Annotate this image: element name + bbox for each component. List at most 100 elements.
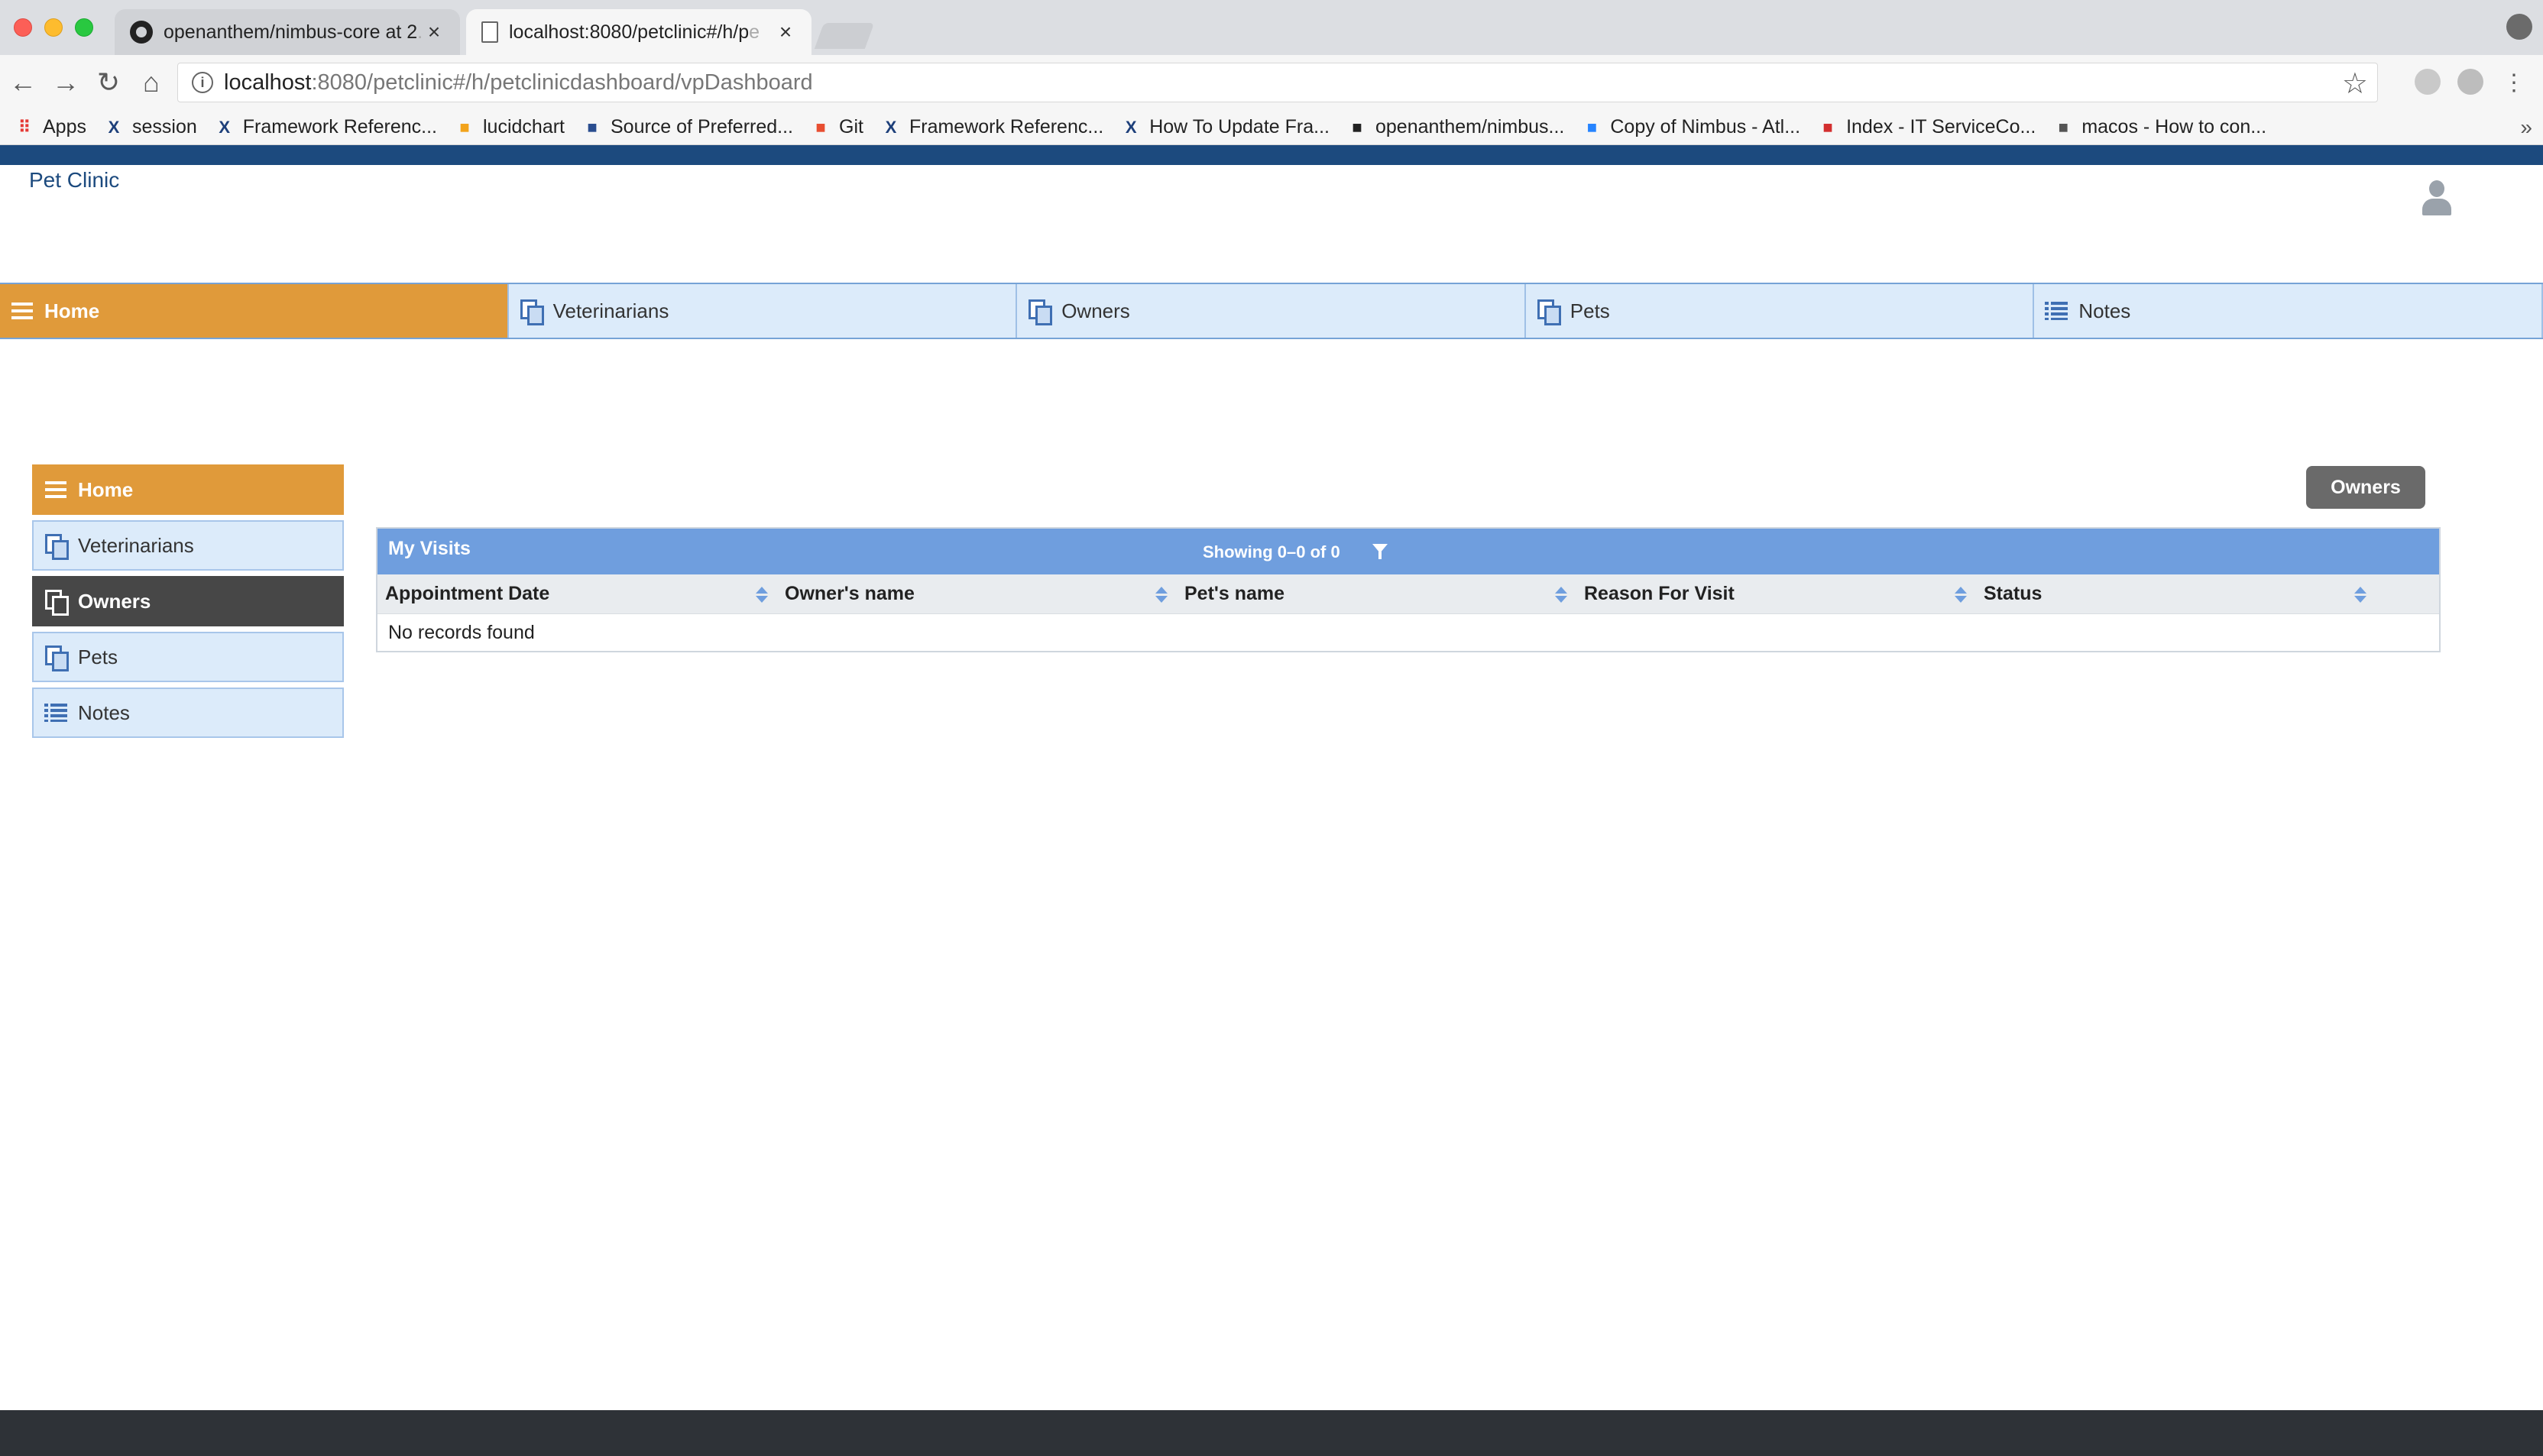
bookmark-item[interactable]: ■ lucidchart [454, 116, 565, 138]
copy-icon [44, 590, 69, 616]
tab-veterinarians[interactable]: Veterinarians [508, 284, 1018, 338]
grid-column-headers: Appointment Date Owner's name Pet's name Re… [377, 574, 2439, 614]
user-icon[interactable] [2422, 180, 2451, 215]
info-icon[interactable]: i [192, 72, 213, 93]
tab-title-faded: . [417, 21, 423, 43]
top-navigation: Home Veterinarians Owners Pets Notes [0, 283, 2543, 339]
my-visits-grid: My Visits Showing 0–0 of 0 Appointment D… [376, 527, 2441, 652]
forward-arrow-icon[interactable]: → [47, 64, 84, 101]
tab-home[interactable]: Home [0, 284, 509, 338]
x-icon: X [108, 117, 120, 137]
tab-owners[interactable]: Owners [1017, 284, 1526, 338]
bookmarks-overflow-icon[interactable]: » [2520, 115, 2532, 140]
stackoverflow-icon: ■ [2058, 117, 2068, 137]
apps-grid-icon: ⠿ [18, 117, 31, 137]
grid-title: My Visits [388, 538, 471, 559]
grid-record-count: Showing 0–0 of 0 [1203, 542, 1340, 561]
tab-close-icon[interactable]: × [423, 20, 445, 44]
app-title[interactable]: Pet Clinic [29, 168, 119, 193]
menu-lines-icon [11, 299, 34, 322]
address-bar[interactable]: i localhost:8080/petclinic#/h/petclinicd… [177, 63, 2378, 102]
sidebar-item-home[interactable]: Home [32, 464, 344, 515]
bookmark-label: Git [839, 116, 863, 138]
more-menu-icon[interactable]: ⋮ [2496, 64, 2532, 101]
browser-toolbar: ← → ↻ ⌂ i localhost:8080/petclinic#/h/pe… [0, 55, 2543, 110]
menu-lines-icon [44, 478, 67, 501]
bookmark-item[interactable]: ■ Git [810, 116, 863, 138]
close-window-button[interactable] [14, 18, 32, 37]
bookmark-item[interactable]: X Framework Referenc... [214, 116, 437, 138]
home-icon[interactable]: ⌂ [133, 64, 170, 101]
bookmark-star-icon[interactable]: ☆ [2342, 66, 2368, 101]
owners-button[interactable]: Owners [2306, 466, 2425, 509]
column-header-label: Appointment Date [385, 583, 550, 604]
empty-message: No records found [388, 621, 535, 643]
tab-label: Home [44, 299, 100, 322]
sidebar-item-label: Pets [78, 645, 118, 668]
bookmark-item[interactable]: ■ macos - How to con... [2052, 116, 2266, 138]
copy-icon [1028, 299, 1053, 325]
copy-icon [44, 534, 69, 560]
sort-icon[interactable] [756, 587, 768, 603]
list-icon [44, 701, 67, 724]
browser-profile-icon[interactable] [2506, 14, 2532, 40]
column-header[interactable]: Owner's name [777, 574, 1177, 613]
tab-title: localhost:8080/petclinic#/h/p [509, 21, 750, 43]
document-icon [481, 21, 498, 43]
lucidchart-icon: ■ [459, 117, 470, 137]
tab-close-icon[interactable]: × [775, 20, 796, 44]
bookmark-item[interactable]: ■ openanthem/nimbus... [1346, 116, 1564, 138]
bookmark-item[interactable]: X Framework Referenc... [880, 116, 1104, 138]
new-tab-button[interactable] [814, 23, 875, 49]
extension-icon[interactable] [2457, 69, 2483, 95]
tab-notes[interactable]: Notes [2034, 284, 2543, 338]
bookmark-label: How To Update Fra... [1149, 116, 1330, 138]
column-header[interactable]: Reason For Visit [1576, 574, 1976, 613]
column-header[interactable]: Status [1976, 574, 2376, 613]
app-top-stripe [0, 145, 2543, 165]
column-header[interactable]: Appointment Date [377, 574, 777, 613]
bookmark-item[interactable]: X How To Update Fra... [1120, 116, 1330, 138]
bookmark-item[interactable]: ⠿ Apps [14, 116, 86, 138]
tab-label: Veterinarians [552, 299, 669, 322]
browser-tab-petclinic[interactable]: localhost:8080/petclinic#/h/pe × [466, 9, 811, 55]
sort-icon[interactable] [1555, 587, 1567, 603]
reload-icon[interactable]: ↻ [90, 64, 127, 101]
sort-icon[interactable] [1155, 587, 1168, 603]
x-icon: X [1125, 117, 1137, 137]
sort-icon[interactable] [2354, 587, 2366, 603]
tab-pets[interactable]: Pets [1525, 284, 2035, 338]
column-header-label: Status [1984, 583, 2042, 604]
sidebar-item-label: Owners [78, 589, 151, 613]
column-header-label: Reason For Visit [1584, 583, 1735, 604]
bookmark-label: lucidchart [483, 116, 565, 138]
bookmark-item[interactable]: ■ Index - IT ServiceCo... [1817, 116, 2036, 138]
sidebar-item-notes[interactable]: Notes [32, 688, 344, 738]
bookmark-label: Copy of Nimbus - Atl... [1610, 116, 1801, 138]
filter-icon[interactable] [1372, 544, 1388, 559]
bookmark-label: Source of Preferred... [611, 116, 794, 138]
bookmarks-bar: ⠿ Apps Xsession X Framework Referenc... ■ luci… [0, 110, 2543, 145]
browser-tab-github[interactable]: openanthem/nimbus-core at 2. × [115, 9, 460, 55]
back-arrow-icon[interactable]: ← [5, 64, 41, 101]
github-icon [130, 21, 153, 44]
extension-icon[interactable] [2415, 69, 2441, 95]
confluence-icon: ■ [1586, 117, 1598, 137]
sidebar-item-veterinarians[interactable]: Veterinarians [32, 520, 344, 571]
tab-label: Notes [2078, 299, 2131, 322]
bookmark-item[interactable]: ■ Copy of Nimbus - Atl... [1581, 116, 1800, 138]
bookmark-label: Framework Referenc... [242, 116, 437, 138]
x-icon: X [885, 117, 897, 137]
sidebar-item-pets[interactable]: Pets [32, 632, 344, 682]
sort-icon[interactable] [1955, 587, 1967, 603]
column-header[interactable]: Pet's name [1177, 574, 1576, 613]
bookmark-label: Apps [43, 116, 86, 138]
minimize-window-button[interactable] [44, 18, 63, 37]
maximize-window-button[interactable] [75, 18, 93, 37]
bookmark-item[interactable]: ■ Source of Preferred... [581, 116, 793, 138]
bookmark-label: Index - IT ServiceCo... [1846, 116, 2036, 138]
column-header-label: Owner's name [785, 583, 915, 604]
bookmark-item[interactable]: Xsession [103, 116, 197, 138]
git-icon: ■ [815, 117, 826, 137]
sidebar-item-owners[interactable]: Owners [32, 576, 344, 626]
